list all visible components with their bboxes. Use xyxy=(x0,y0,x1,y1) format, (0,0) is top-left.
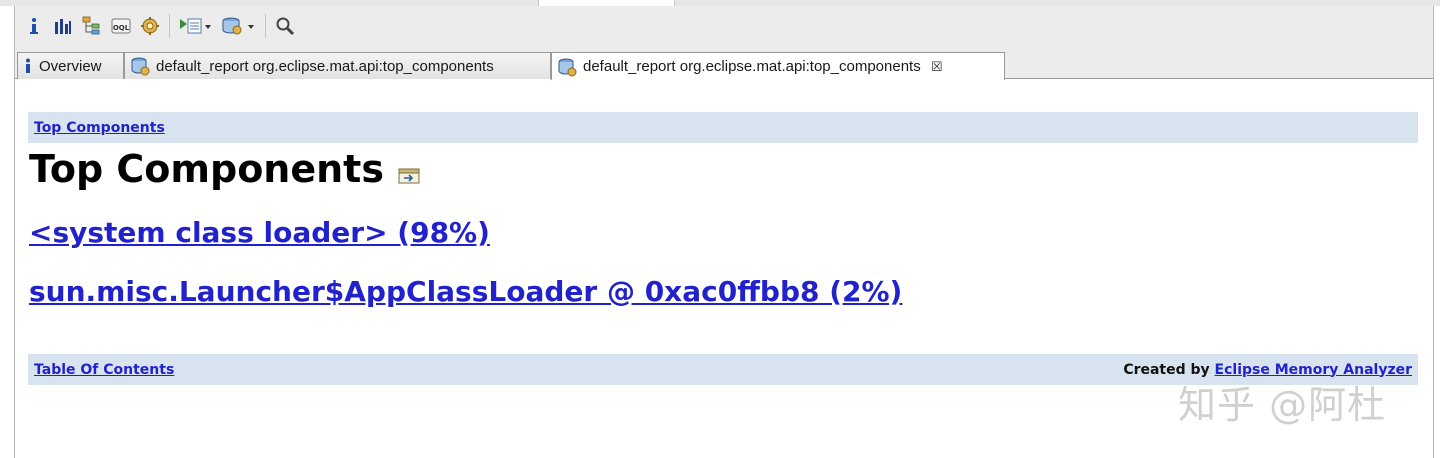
thread-overview-icon[interactable] xyxy=(137,13,163,39)
query-browser-icon[interactable] xyxy=(219,13,259,39)
table-of-contents-link[interactable]: Table Of Contents xyxy=(34,362,174,378)
toolbar: OQL xyxy=(15,6,1433,46)
tab-default-report[interactable]: default_report org.eclipse.mat.api:top_c… xyxy=(124,52,551,79)
export-icon[interactable] xyxy=(398,166,420,184)
toolbar-separator xyxy=(265,14,266,38)
breadcrumb-link-top-components[interactable]: Top Components xyxy=(34,120,165,136)
editor-tabs: Overview default_report org.eclipse.mat.… xyxy=(15,51,1433,80)
svg-text:OQL: OQL xyxy=(113,24,130,32)
title-row: Top Components xyxy=(29,147,420,191)
link-system-class-loader[interactable]: <system class loader> (98%) xyxy=(29,216,490,250)
tab-label: default_report org.eclipse.mat.api:top_c… xyxy=(156,57,494,75)
tab-label: default_report org.eclipse.mat.api:top_c… xyxy=(583,58,921,75)
watermark: 知乎 @阿杜 xyxy=(1178,383,1387,427)
run-expert-system-icon[interactable] xyxy=(176,13,216,39)
close-icon[interactable]: ☒ xyxy=(930,59,944,75)
link-app-class-loader[interactable]: sun.misc.Launcher$AppClassLoader @ 0xac0… xyxy=(29,275,902,309)
report-icon xyxy=(130,56,150,76)
histogram-icon[interactable] xyxy=(50,13,76,39)
tab-default-report-active[interactable]: default_report org.eclipse.mat.api:top_c… xyxy=(551,52,1005,80)
dominator-tree-icon[interactable] xyxy=(79,13,105,39)
tab-label: Overview xyxy=(39,57,102,75)
tab-overview[interactable]: Overview xyxy=(17,52,124,79)
breadcrumb: Top Components xyxy=(28,112,1418,143)
page-title: Top Components xyxy=(29,147,384,191)
info-icon[interactable] xyxy=(21,13,47,39)
search-icon[interactable] xyxy=(272,13,298,39)
report-icon xyxy=(557,57,577,77)
toolbar-separator xyxy=(169,14,170,38)
oql-icon[interactable]: OQL xyxy=(108,13,134,39)
info-icon xyxy=(23,57,33,75)
